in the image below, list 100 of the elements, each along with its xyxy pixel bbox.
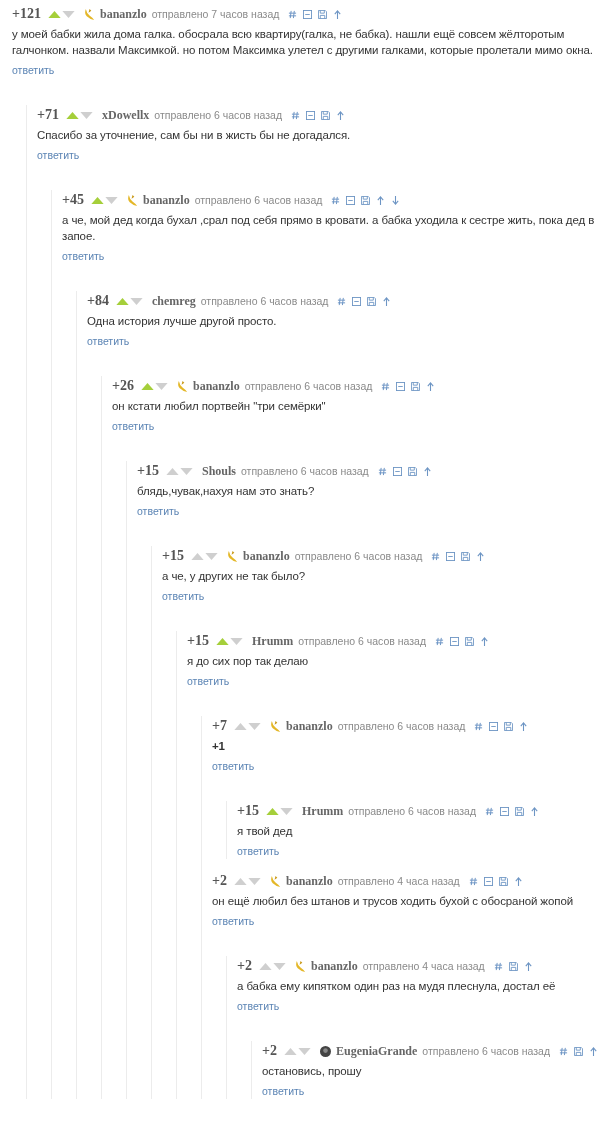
- reply-link[interactable]: ответить: [212, 760, 255, 772]
- arrow-up-icon[interactable]: [480, 636, 490, 646]
- upvote-button[interactable]: [141, 382, 154, 390]
- reply-link[interactable]: ответить: [187, 675, 230, 687]
- author-name[interactable]: Hrumm: [252, 633, 294, 649]
- collapse-icon[interactable]: [446, 551, 456, 561]
- downvote-button[interactable]: [280, 807, 293, 815]
- downvote-button[interactable]: [80, 111, 93, 119]
- reply-link[interactable]: ответить: [262, 1085, 305, 1097]
- downvote-button[interactable]: [298, 1047, 311, 1055]
- arrow-up-icon[interactable]: [476, 551, 486, 561]
- save-icon[interactable]: [407, 466, 417, 476]
- reply-link[interactable]: ответить: [37, 149, 80, 161]
- upvote-button[interactable]: [66, 111, 79, 119]
- reply-link[interactable]: ответить: [62, 250, 105, 262]
- save-icon[interactable]: [318, 9, 328, 19]
- author-name[interactable]: bananzlo: [286, 873, 333, 889]
- author-name[interactable]: bananzlo: [143, 192, 190, 208]
- reply-link[interactable]: ответить: [87, 335, 130, 347]
- author-name[interactable]: Shouls: [202, 463, 236, 479]
- collapse-icon[interactable]: [392, 466, 402, 476]
- arrow-up-icon[interactable]: [382, 296, 392, 306]
- upvote-button[interactable]: [234, 877, 247, 885]
- save-icon[interactable]: [367, 296, 377, 306]
- hash-icon[interactable]: [331, 195, 341, 205]
- upvote-button[interactable]: [284, 1047, 297, 1055]
- downvote-button[interactable]: [105, 196, 118, 204]
- upvote-button[interactable]: [116, 297, 129, 305]
- arrow-up-icon[interactable]: [519, 721, 529, 731]
- author-name[interactable]: Hrumm: [302, 803, 344, 819]
- downvote-button[interactable]: [155, 382, 168, 390]
- author-name[interactable]: bananzlo: [243, 548, 290, 564]
- upvote-button[interactable]: [234, 722, 247, 730]
- collapse-icon[interactable]: [500, 806, 510, 816]
- hash-icon[interactable]: [493, 961, 503, 971]
- author-name[interactable]: chemreg: [152, 293, 196, 309]
- hash-icon[interactable]: [431, 551, 441, 561]
- reply-link[interactable]: ответить: [162, 590, 205, 602]
- author-name[interactable]: bananzlo: [193, 378, 240, 394]
- save-icon[interactable]: [361, 195, 371, 205]
- arrow-up-icon[interactable]: [333, 9, 343, 19]
- arrow-up-icon[interactable]: [513, 876, 523, 886]
- save-icon[interactable]: [465, 636, 475, 646]
- hash-icon[interactable]: [377, 466, 387, 476]
- arrow-up-icon[interactable]: [426, 381, 436, 391]
- hash-icon[interactable]: [485, 806, 495, 816]
- collapse-icon[interactable]: [306, 110, 316, 120]
- reply-link[interactable]: ответить: [137, 505, 180, 517]
- hash-icon[interactable]: [288, 9, 298, 19]
- author-name[interactable]: bananzlo: [100, 6, 147, 22]
- collapse-icon[interactable]: [346, 195, 356, 205]
- downvote-button[interactable]: [273, 962, 286, 970]
- collapse-icon[interactable]: [352, 296, 362, 306]
- author-name[interactable]: EugeniaGrande: [336, 1043, 418, 1059]
- author-name[interactable]: xDowellx: [102, 107, 150, 123]
- collapse-icon[interactable]: [450, 636, 460, 646]
- downvote-button[interactable]: [248, 877, 261, 885]
- collapse-icon[interactable]: [396, 381, 406, 391]
- upvote-button[interactable]: [216, 637, 229, 645]
- upvote-button[interactable]: [166, 467, 179, 475]
- reply-link[interactable]: ответить: [212, 915, 255, 927]
- save-icon[interactable]: [515, 806, 525, 816]
- upvote-button[interactable]: [91, 196, 104, 204]
- downvote-button[interactable]: [230, 637, 243, 645]
- arrow-up-icon[interactable]: [530, 806, 540, 816]
- reply-link[interactable]: ответить: [237, 1000, 280, 1012]
- hash-icon[interactable]: [559, 1046, 569, 1056]
- save-icon[interactable]: [574, 1046, 584, 1056]
- arrow-down-icon[interactable]: [391, 195, 401, 205]
- downvote-button[interactable]: [205, 552, 218, 560]
- hash-icon[interactable]: [435, 636, 445, 646]
- hash-icon[interactable]: [468, 876, 478, 886]
- arrow-up-icon[interactable]: [422, 466, 432, 476]
- hash-icon[interactable]: [474, 721, 484, 731]
- collapse-icon[interactable]: [483, 876, 493, 886]
- downvote-button[interactable]: [130, 297, 143, 305]
- reply-link[interactable]: ответить: [12, 64, 55, 76]
- author-name[interactable]: bananzlo: [311, 958, 358, 974]
- upvote-button[interactable]: [191, 552, 204, 560]
- downvote-button[interactable]: [180, 467, 193, 475]
- arrow-up-icon[interactable]: [523, 961, 533, 971]
- arrow-up-icon[interactable]: [376, 195, 386, 205]
- downvote-button[interactable]: [62, 10, 75, 18]
- save-icon[interactable]: [411, 381, 421, 391]
- upvote-button[interactable]: [266, 807, 279, 815]
- reply-link[interactable]: ответить: [237, 845, 280, 857]
- downvote-button[interactable]: [248, 722, 261, 730]
- save-icon[interactable]: [321, 110, 331, 120]
- upvote-button[interactable]: [259, 962, 272, 970]
- collapse-icon[interactable]: [303, 9, 313, 19]
- arrow-up-icon[interactable]: [336, 110, 346, 120]
- save-icon[interactable]: [498, 876, 508, 886]
- arrow-up-icon[interactable]: [589, 1046, 599, 1056]
- author-name[interactable]: bananzlo: [286, 718, 333, 734]
- save-icon[interactable]: [461, 551, 471, 561]
- upvote-button[interactable]: [48, 10, 61, 18]
- collapse-icon[interactable]: [489, 721, 499, 731]
- save-icon[interactable]: [508, 961, 518, 971]
- hash-icon[interactable]: [337, 296, 347, 306]
- hash-icon[interactable]: [381, 381, 391, 391]
